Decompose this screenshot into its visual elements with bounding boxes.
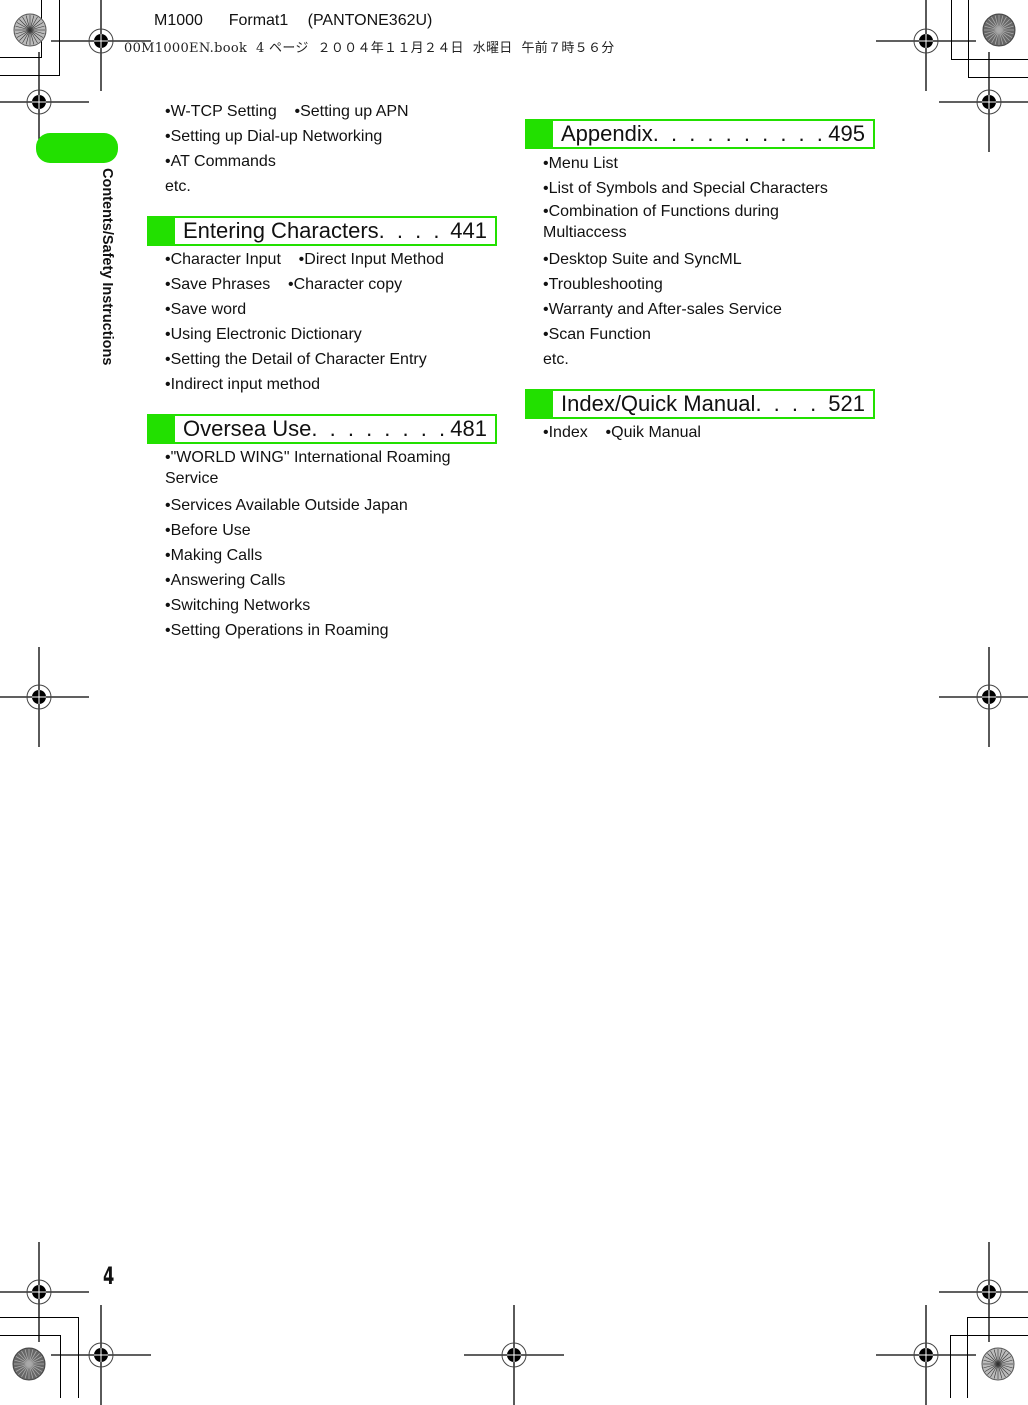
list-item: •Save Phrases •Character copy — [165, 276, 403, 293]
section-heading-oversea-use[interactable]: Oversea Use . . . . . . . . . . 481 — [147, 414, 497, 444]
list-item: •"WORLD WING" International Roaming Serv… — [165, 449, 451, 487]
list-item: etc. — [543, 351, 569, 368]
list-item: etc. — [165, 178, 191, 195]
list-item: •List of Symbols and Special Characters — [543, 180, 828, 197]
registration-crosshair-icon — [464, 1305, 564, 1405]
section-side-label-text: Contents/Safety Instructions — [99, 168, 115, 366]
section-heading-appendix[interactable]: Appendix . . . . . . . . . . . . . 495 — [525, 119, 875, 149]
registration-crosshair-icon — [939, 647, 1028, 747]
color-register-wheel-icon — [981, 1347, 1015, 1381]
section-page-number: 495 — [828, 121, 865, 146]
section-page-number: 481 — [450, 416, 487, 441]
section-heading-accent — [525, 389, 553, 419]
registration-crosshair-icon — [0, 647, 89, 747]
list-item: •Combination of Functions during Multiac… — [543, 203, 779, 241]
list-item: •Scan Function — [543, 326, 651, 343]
list-item: •Save word — [165, 301, 247, 318]
leader-dots: . . . . . . . . . . . . . — [652, 121, 829, 146]
list-item: •W-TCP Setting •Setting up APN — [165, 103, 409, 120]
list-item: •Answering Calls — [165, 572, 286, 589]
list-item: •Character Input •Direct Input Method — [165, 251, 444, 268]
list-item: •Troubleshooting — [543, 276, 663, 293]
list-item: •Indirect input method — [165, 376, 321, 393]
section-items-oversea-use: •"WORLD WING" International Roaming Serv… — [165, 447, 470, 643]
section-items-appendix: •Menu List •List of Symbols and Special … — [543, 151, 828, 372]
section-heading-accent — [147, 414, 175, 444]
list-item: •Warranty and After-sales Service — [543, 301, 782, 318]
list-item: •Making Calls — [165, 547, 263, 564]
print-header-format: M1000 Format1 (PANTONE362U) — [154, 12, 433, 29]
section-heading-index-quick-manual[interactable]: Index/Quick Manual . . . . . 521 — [525, 389, 875, 419]
list-item: •Using Electronic Dictionary — [165, 326, 362, 343]
section-tab-marker — [36, 133, 118, 163]
section-items-index-quick-manual: •Index •Quik Manual — [543, 420, 863, 445]
list-item: •Services Available Outside Japan — [165, 497, 408, 514]
leader-dots: . . . . . . . . . . — [311, 416, 450, 441]
list-item: •Before Use — [165, 522, 251, 539]
section-heading-entering-characters[interactable]: Entering Characters . . . . 441 — [147, 216, 497, 246]
list-item: •Menu List — [543, 155, 618, 172]
section-page-number: 441 — [450, 218, 487, 243]
section-side-label: Contents/Safety Instructions — [95, 168, 115, 398]
left-column: •W-TCP Setting •Setting up APN •Setting … — [165, 99, 485, 199]
section-items-entering-characters: •Character Input •Direct Input Method •S… — [165, 247, 485, 397]
color-register-wheel-icon — [982, 13, 1016, 47]
section-title: Appendix — [561, 121, 653, 146]
list-item: •Index •Quik Manual — [543, 424, 701, 441]
list-item: •Switching Networks — [165, 597, 311, 614]
section-heading-accent — [147, 216, 175, 246]
color-register-wheel-icon — [12, 1347, 46, 1381]
section-heading-accent — [525, 119, 553, 149]
registration-crosshair-icon — [876, 1305, 976, 1405]
list-item: •Desktop Suite and SyncML — [543, 251, 742, 268]
section-page-number: 521 — [828, 391, 865, 416]
color-register-wheel-icon — [13, 13, 47, 47]
section-title: Oversea Use — [183, 416, 312, 441]
print-header-file-info: 00M1000EN.book 4 ページ ２００４年１１月２４日 水曜日 午前７… — [124, 41, 615, 56]
list-item: •AT Commands — [165, 153, 276, 170]
list-item: •Setting Operations in Roaming — [165, 622, 389, 639]
list-item: •Setting the Detail of Character Entry — [165, 351, 427, 368]
registration-crosshair-icon — [51, 1305, 151, 1405]
section-title: Entering Characters — [183, 218, 379, 243]
leader-dots: . . . . . — [755, 391, 828, 416]
section-title: Index/Quick Manual — [561, 391, 756, 416]
registration-crosshair-icon — [939, 52, 1028, 152]
page-number: 4 — [103, 1262, 115, 1290]
list-item: •Setting up Dial-up Networking — [165, 128, 383, 145]
leader-dots: . . . . — [378, 218, 443, 243]
